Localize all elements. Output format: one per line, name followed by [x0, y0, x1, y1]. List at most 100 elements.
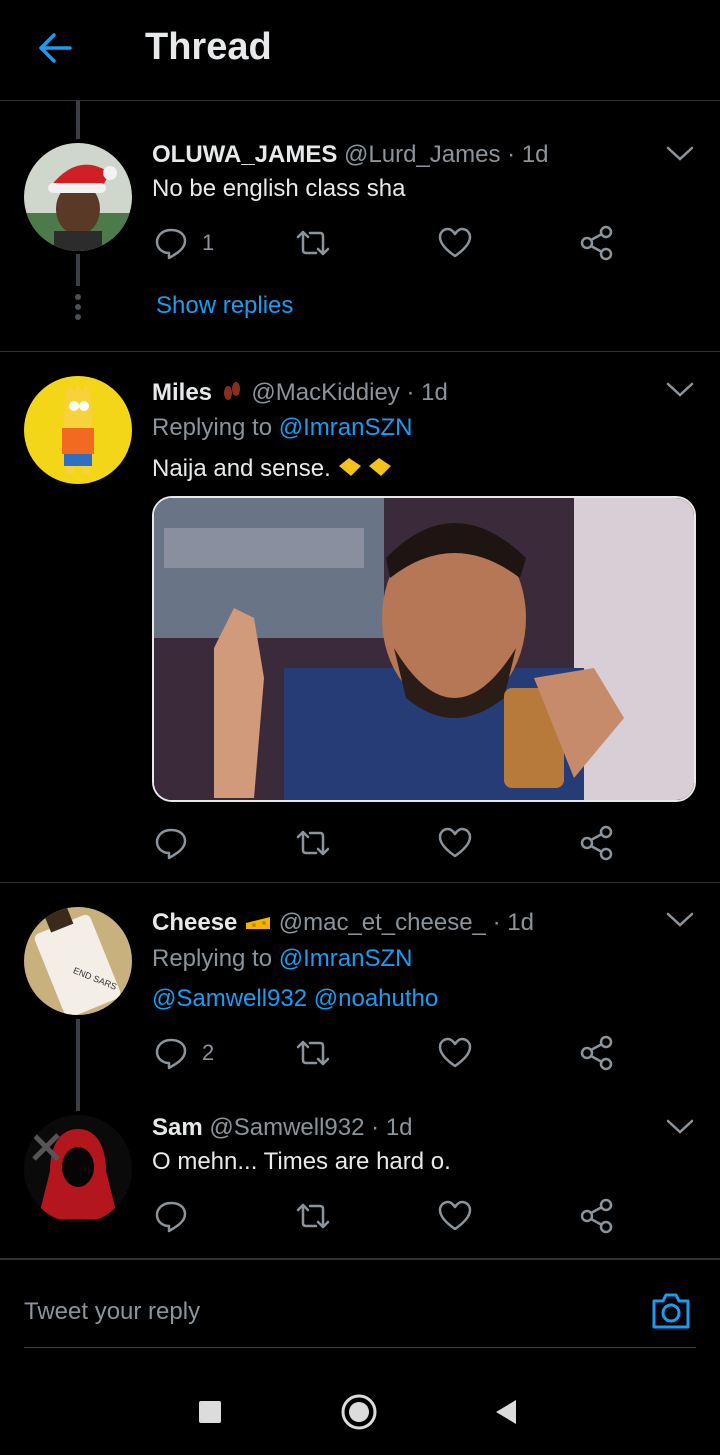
timestamp: · 1d	[371, 1114, 413, 1141]
timestamp: · 1d	[406, 379, 448, 406]
tweet-text: O mehn... Times are hard o.	[152, 1148, 451, 1175]
thread-line	[76, 254, 80, 286]
heart-icon	[438, 1037, 472, 1068]
tweet-meta: OLUWA_JAMES @Lurd_James · 1d	[152, 141, 549, 169]
display-name[interactable]: OLUWA_JAMES	[152, 141, 337, 168]
share-icon	[580, 225, 613, 261]
display-name[interactable]: Miles	[152, 379, 212, 406]
reply-icon	[155, 1038, 187, 1070]
tweet-actions: 2	[152, 1033, 632, 1073]
circle-icon	[341, 1394, 377, 1430]
chevron-down-icon[interactable]	[664, 1117, 696, 1137]
chevron-down-icon[interactable]	[664, 144, 696, 164]
like-button[interactable]	[436, 223, 474, 263]
square-icon	[199, 1401, 221, 1423]
avatar[interactable]	[24, 1115, 132, 1223]
share-button[interactable]	[578, 1033, 616, 1073]
reply-button[interactable]: 2	[152, 1033, 214, 1073]
reply-input[interactable]: Tweet your reply	[24, 1298, 200, 1326]
user-handle: @Samwell932	[209, 1114, 365, 1141]
user-handle: @MacKiddiey	[251, 379, 400, 406]
reply-composer: Tweet your reply	[0, 1258, 720, 1350]
reply-button[interactable]	[152, 1196, 190, 1236]
share-icon	[580, 825, 613, 861]
tweet-meta: Cheese @mac_et_cheese_ · 1d	[152, 909, 534, 937]
tweet-text[interactable]: @Samwell932 @noahutho	[152, 985, 438, 1013]
back-button[interactable]	[34, 26, 78, 70]
heart-icon	[438, 1200, 472, 1231]
share-button[interactable]	[578, 1196, 616, 1236]
divider	[0, 882, 720, 883]
handshake-emoji	[339, 458, 392, 476]
thread-line	[76, 101, 80, 139]
camera-icon	[652, 1293, 690, 1329]
arrow-left-icon	[39, 33, 72, 63]
display-name[interactable]: Cheese	[152, 909, 237, 936]
retweet-icon	[296, 1040, 330, 1066]
like-button[interactable]	[436, 1196, 474, 1236]
reply-button[interactable]: 1	[152, 223, 214, 263]
tweet-actions	[152, 1196, 632, 1236]
like-button[interactable]	[436, 823, 474, 863]
like-button[interactable]	[436, 1033, 474, 1073]
retweet-button[interactable]	[294, 1196, 332, 1236]
share-icon	[580, 1035, 613, 1071]
reply-icon	[155, 828, 187, 860]
retweet-button[interactable]	[294, 223, 332, 263]
tweet-image[interactable]	[152, 496, 696, 802]
show-replies-link[interactable]: Show replies	[156, 292, 293, 320]
tweet-meta: Sam @Samwell932 · 1d	[152, 1114, 413, 1142]
user-handle: @Lurd_James	[344, 141, 501, 168]
divider	[0, 351, 720, 352]
avatar[interactable]	[24, 376, 132, 484]
heart-icon	[438, 827, 472, 858]
home-button[interactable]	[337, 1390, 381, 1434]
timestamp: · 1d	[492, 909, 534, 936]
display-name[interactable]: Sam	[152, 1114, 203, 1141]
retweet-button[interactable]	[294, 1033, 332, 1073]
system-nav-bar	[0, 1360, 720, 1455]
replying-to: Replying to @ImranSZN	[152, 414, 412, 442]
share-button[interactable]	[578, 223, 616, 263]
share-icon	[580, 1198, 613, 1234]
tweet-text-row: Naija and sense.	[152, 454, 395, 483]
replying-to: Replying to @ImranSZN	[152, 945, 412, 973]
camera-button[interactable]	[648, 1288, 694, 1334]
replying-prefix: Replying to	[152, 414, 273, 441]
reply-icon	[155, 228, 187, 260]
replying-prefix: Replying to	[152, 945, 273, 972]
page-title: Thread	[145, 26, 272, 68]
app-header: Thread	[0, 0, 720, 101]
mention-link[interactable]: @ImranSZN	[279, 945, 413, 972]
triangle-back-icon	[496, 1400, 516, 1424]
retweet-button[interactable]	[294, 823, 332, 863]
retweet-icon	[296, 1203, 330, 1229]
footprints-emoji	[223, 382, 240, 400]
chevron-down-icon[interactable]	[664, 910, 696, 930]
tweet-actions: 1	[152, 223, 632, 263]
chevron-down-icon[interactable]	[664, 380, 696, 400]
tweet-text: No be english class sha	[152, 175, 406, 202]
thread-gap-dots	[74, 294, 82, 324]
tweet-meta: Miles @MacKiddiey · 1d	[152, 378, 448, 407]
timestamp: · 1d	[507, 141, 549, 168]
tweet-text: Naija and sense.	[152, 455, 331, 482]
mention-link[interactable]: @ImranSZN	[279, 414, 413, 441]
reply-input-underline	[24, 1347, 696, 1348]
reply-count: 2	[202, 1040, 215, 1065]
share-button[interactable]	[578, 823, 616, 863]
reply-button[interactable]	[152, 823, 190, 863]
tweet-actions	[152, 823, 632, 863]
recents-button[interactable]	[188, 1390, 232, 1434]
retweet-icon	[296, 230, 330, 256]
reply-icon	[155, 1201, 187, 1233]
thread-line	[76, 1019, 80, 1111]
avatar[interactable]: END SARS	[24, 907, 132, 1015]
reply-count: 1	[202, 230, 215, 255]
retweet-icon	[296, 830, 330, 856]
back-nav-button[interactable]	[484, 1390, 528, 1434]
avatar[interactable]	[24, 143, 132, 251]
heart-icon	[438, 227, 472, 258]
user-handle: @mac_et_cheese_	[278, 909, 486, 936]
cheese-emoji	[246, 917, 271, 929]
